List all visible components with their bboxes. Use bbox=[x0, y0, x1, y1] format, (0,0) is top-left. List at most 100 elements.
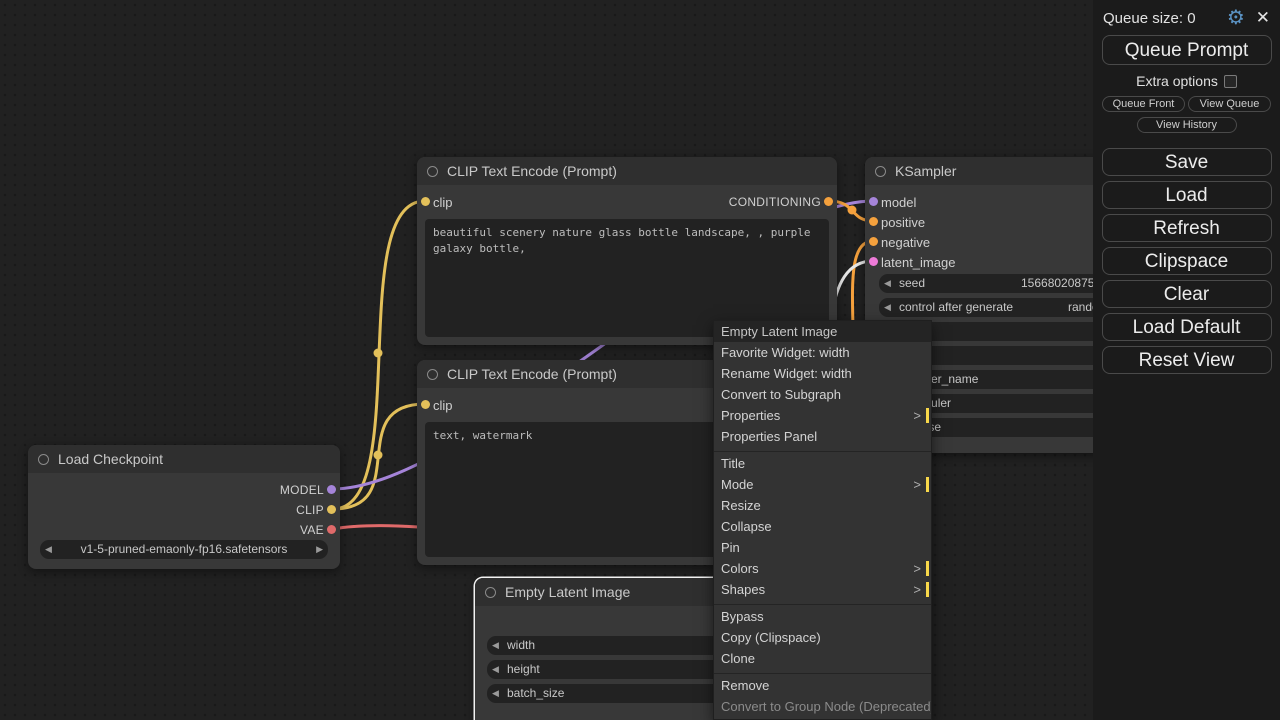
node-load-checkpoint[interactable]: Load Checkpoint MODEL CLIP VAE ◀ v1-5-pr… bbox=[28, 445, 340, 569]
slot-row: clip CONDITIONING bbox=[417, 192, 837, 212]
clear-button[interactable]: Clear bbox=[1102, 280, 1272, 308]
menu-item-properties[interactable]: Properties> bbox=[714, 405, 931, 426]
node-title: Empty Latent Image bbox=[505, 584, 630, 600]
submenu-accent-bar bbox=[926, 408, 929, 423]
menu-item-properties-panel[interactable]: Properties Panel bbox=[714, 426, 931, 447]
wire-clip-to-positive bbox=[333, 201, 425, 509]
negative-input-dot[interactable] bbox=[869, 237, 878, 246]
node-title-bar[interactable]: Load Checkpoint bbox=[28, 445, 340, 473]
load-button[interactable]: Load bbox=[1102, 181, 1272, 209]
wire-clip-to-negative bbox=[333, 404, 425, 509]
submenu-arrow-icon: > bbox=[913, 579, 921, 600]
save-button[interactable]: Save bbox=[1102, 148, 1272, 176]
output-slot-model[interactable]: MODEL bbox=[28, 480, 340, 500]
extra-options-row: Extra options bbox=[1093, 73, 1280, 89]
close-icon[interactable]: ✕ bbox=[1256, 8, 1270, 28]
menu-item-remove[interactable]: Remove bbox=[714, 675, 931, 696]
link-dot bbox=[848, 206, 857, 215]
decrement-arrow-icon[interactable]: ◀ bbox=[884, 278, 891, 289]
menu-item-convert-to-subgraph[interactable]: Convert to Subgraph bbox=[714, 384, 931, 405]
clip-input-dot[interactable] bbox=[421, 400, 430, 409]
node-title-bar[interactable]: CLIP Text Encode (Prompt) bbox=[417, 157, 837, 185]
clip-input-dot[interactable] bbox=[421, 197, 430, 206]
collapse-dot-icon[interactable] bbox=[485, 587, 496, 598]
menu-item-label: Collapse bbox=[721, 519, 772, 534]
load-default-button[interactable]: Load Default bbox=[1102, 313, 1272, 341]
increment-arrow-icon[interactable]: ▶ bbox=[316, 544, 323, 555]
reset-view-button[interactable]: Reset View bbox=[1102, 346, 1272, 374]
menu-item-label: Mode bbox=[721, 477, 754, 492]
slot-label: clip bbox=[433, 195, 453, 210]
menu-item-label: Pin bbox=[721, 540, 740, 555]
menu-item-bypass[interactable]: Bypass bbox=[714, 606, 931, 627]
menu-item-label: Rename Widget: width bbox=[721, 366, 852, 381]
menu-item-copy-clipspace[interactable]: Copy (Clipspace) bbox=[714, 627, 931, 648]
collapse-dot-icon[interactable] bbox=[427, 166, 438, 177]
queue-size-label: Queue size: 0 bbox=[1103, 10, 1216, 27]
ckpt-name-widget[interactable]: ◀ v1-5-pruned-emaonly-fp16.safetensors ▶ bbox=[40, 540, 328, 559]
decrement-arrow-icon[interactable]: ◀ bbox=[492, 688, 499, 699]
menu-item-clone[interactable]: Clone bbox=[714, 648, 931, 669]
clipspace-button[interactable]: Clipspace bbox=[1102, 247, 1272, 275]
decrement-arrow-icon[interactable]: ◀ bbox=[884, 302, 891, 313]
model-input-dot[interactable] bbox=[869, 197, 878, 206]
submenu-arrow-icon: > bbox=[913, 558, 921, 579]
link-dot bbox=[374, 451, 383, 460]
node-clip-text-encode-positive[interactable]: CLIP Text Encode (Prompt) clip CONDITION… bbox=[417, 157, 837, 345]
node-title: CLIP Text Encode (Prompt) bbox=[447, 366, 617, 382]
menu-item-pin[interactable]: Pin bbox=[714, 537, 931, 558]
menu-item-collapse[interactable]: Collapse bbox=[714, 516, 931, 537]
decrement-arrow-icon[interactable]: ◀ bbox=[492, 640, 499, 651]
refresh-button[interactable]: Refresh bbox=[1102, 214, 1272, 242]
menu-divider bbox=[714, 447, 931, 452]
menu-item-rename-widget[interactable]: Rename Widget: width bbox=[714, 363, 931, 384]
clip-output-dot[interactable] bbox=[327, 505, 336, 514]
submenu-arrow-icon: > bbox=[913, 474, 921, 495]
decrement-arrow-icon[interactable]: ◀ bbox=[492, 664, 499, 675]
conditioning-output-dot[interactable] bbox=[824, 197, 833, 206]
widget-label: height bbox=[507, 662, 540, 676]
menu-item-label: Convert to Subgraph bbox=[721, 387, 841, 402]
menu-item-resize[interactable]: Resize bbox=[714, 495, 931, 516]
widget-label: width bbox=[507, 638, 535, 652]
slot-label: positive bbox=[881, 215, 925, 230]
view-queue-button[interactable]: View Queue bbox=[1188, 96, 1271, 112]
queue-buttons-row: Queue Front View Queue bbox=[1102, 96, 1271, 112]
widget-label: batch_size bbox=[507, 686, 564, 700]
menu-item-convert-to-group-node[interactable]: Convert to Group Node (Deprecated) bbox=[714, 696, 931, 717]
menu-item-mode[interactable]: Mode > bbox=[714, 474, 931, 495]
latent-input-dot[interactable] bbox=[869, 257, 878, 266]
queue-front-button[interactable]: Queue Front bbox=[1102, 96, 1185, 112]
menu-item-label: Remove bbox=[721, 678, 769, 693]
extra-options-checkbox[interactable] bbox=[1224, 75, 1237, 88]
menu-item-label: Bypass bbox=[721, 609, 764, 624]
menu-item-label: Shapes bbox=[721, 582, 765, 597]
settings-gear-icon[interactable]: ⚙ bbox=[1227, 8, 1245, 28]
collapse-dot-icon[interactable] bbox=[875, 166, 886, 177]
positive-input-dot[interactable] bbox=[869, 217, 878, 226]
menu-item-label: Clone bbox=[721, 651, 755, 666]
menu-item-colors[interactable]: Colors> bbox=[714, 558, 931, 579]
action-buttons: Save Load Refresh Clipspace Clear Load D… bbox=[1093, 148, 1280, 374]
graph-canvas[interactable]: Load Checkpoint MODEL CLIP VAE ◀ v1-5-pr… bbox=[0, 0, 1280, 720]
slot-label: negative bbox=[881, 235, 930, 250]
menu-item-label: Favorite Widget: width bbox=[721, 345, 850, 360]
output-slot-vae[interactable]: VAE bbox=[28, 520, 340, 540]
menu-header: Queue size: 0 ⚙ ✕ bbox=[1093, 0, 1280, 30]
menu-item-favorite-widget[interactable]: Favorite Widget: width bbox=[714, 342, 931, 363]
slot-label: model bbox=[881, 195, 916, 210]
menu-item-label: Title bbox=[721, 456, 745, 471]
output-slot-clip[interactable]: CLIP bbox=[28, 500, 340, 520]
context-menu-title: Empty Latent Image bbox=[714, 321, 931, 342]
slot-label: clip bbox=[433, 398, 453, 413]
model-output-dot[interactable] bbox=[327, 485, 336, 494]
decrement-arrow-icon[interactable]: ◀ bbox=[45, 544, 52, 555]
menu-item-label: Properties bbox=[721, 408, 780, 423]
vae-output-dot[interactable] bbox=[327, 525, 336, 534]
collapse-dot-icon[interactable] bbox=[38, 454, 49, 465]
menu-item-title[interactable]: Title bbox=[714, 453, 931, 474]
view-history-button[interactable]: View History bbox=[1137, 117, 1237, 133]
queue-prompt-button[interactable]: Queue Prompt bbox=[1102, 35, 1272, 65]
menu-item-shapes[interactable]: Shapes > bbox=[714, 579, 931, 600]
collapse-dot-icon[interactable] bbox=[427, 369, 438, 380]
